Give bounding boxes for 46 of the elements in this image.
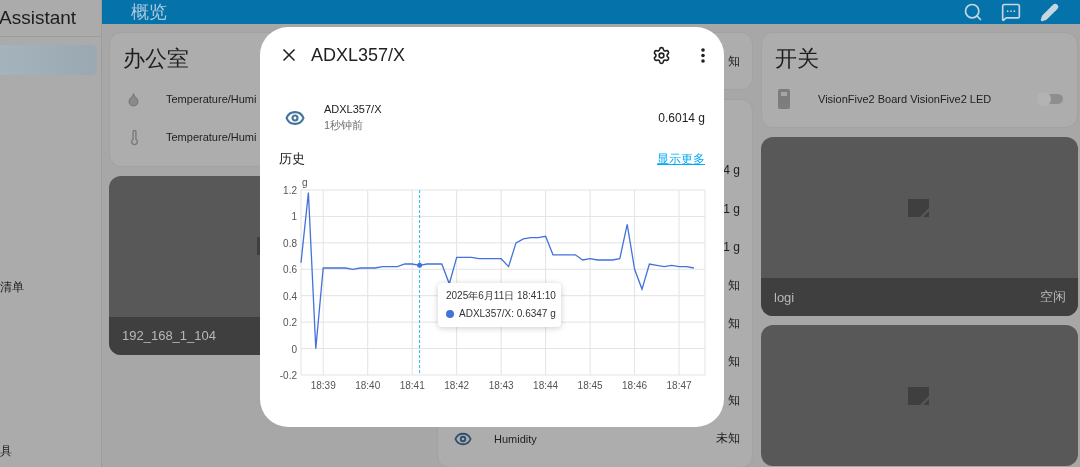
history-heading: 历史 [279, 150, 305, 168]
entity-state: 知 [728, 315, 740, 333]
sidebar-item[interactable]: 具 [0, 436, 97, 467]
card-title: 开关 [775, 45, 819, 73]
axis-tick-label: 0.6 [283, 264, 297, 276]
axis-tick-label: -0.2 [279, 370, 297, 381]
camera-state: 空闲 [1040, 288, 1066, 307]
entity-state: 知 [728, 353, 740, 371]
entity-state: 知 [728, 276, 740, 294]
dialog-title: ADXL357/X [311, 44, 407, 66]
axis-tick-label: 1 [291, 211, 297, 223]
axis-tick-label: 0.4 [283, 290, 297, 302]
axis-tick-label: 18:43 [488, 380, 514, 391]
axis-tick-label: 18:40 [355, 380, 381, 391]
card-title: 办公室 [123, 45, 189, 73]
axis-tick-label: 0.2 [283, 317, 297, 329]
axis-tick-label: 18:44 [533, 380, 559, 391]
entity-state: 4 g [723, 163, 740, 178]
last-updated: 1秒钟前 [324, 118, 365, 133]
entity-state: 1 g [723, 240, 740, 255]
camera-name: 192_168_1_104 [122, 328, 216, 344]
entity-state: 知 [728, 52, 740, 70]
axis-tick-label: 18:41 [399, 380, 425, 391]
sidebar-item[interactable]: 清单 [0, 272, 97, 303]
axis-tick-label: 18:47 [666, 380, 692, 391]
entity-state: 知 [728, 391, 740, 409]
entity-name: ADXL357/X [324, 103, 383, 115]
camera-name: logi [774, 289, 795, 305]
axis-tick-label: 0 [291, 343, 297, 355]
axis-tick-label: 18:42 [444, 380, 470, 391]
camera-card[interactable]: logi 空闲 [761, 137, 1078, 317]
axis-tick-label: 18:39 [310, 380, 336, 391]
entity-name: Humidity [494, 432, 538, 445]
entity-state: 未知 [716, 430, 740, 447]
tooltip-value: ADXL357/X: 0.6347 g [459, 308, 556, 319]
axis-tick-label: 18:46 [622, 380, 648, 391]
page-title: 概览 [131, 1, 168, 24]
entity-state: 1 g [723, 201, 740, 216]
axis-tick-label: 1.2 [283, 185, 297, 196]
entity-name: Temperature/Humi [166, 131, 258, 144]
entity-name: VisionFive2 Board VisionFive2 LED [818, 93, 993, 106]
axis-unit: g [302, 177, 308, 188]
entity-name: Temperature/Humi [166, 93, 258, 106]
axis-tick-label: 0.8 [283, 237, 297, 249]
axis-tick-label: 18:45 [577, 380, 603, 391]
entity-value: 0.6014 g [658, 111, 705, 125]
